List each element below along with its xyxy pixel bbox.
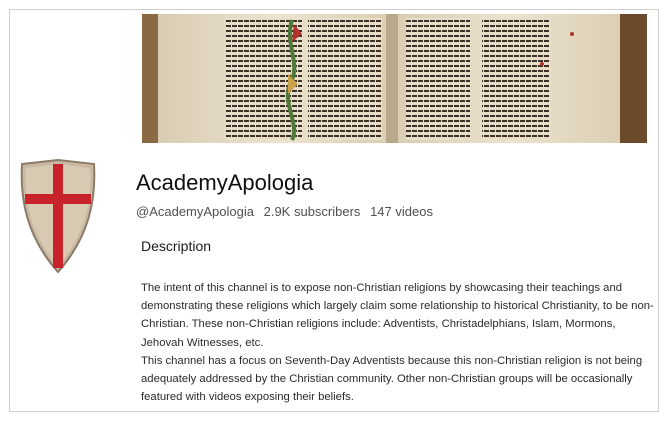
channel-avatar[interactable] [18,158,98,276]
manuscript-bible-banner [142,14,647,143]
channel-banner-image [142,14,647,143]
channel-handle: @AcademyApologia [136,204,254,219]
description-body: The intent of this channel is to expose … [141,279,656,406]
subscriber-count: 2.9K subscribers [263,204,361,219]
description-heading: Description [141,238,212,254]
channel-meta: @AcademyApologia 2.9K subscribers 147 vi… [136,204,439,219]
channel-name: AcademyApologia [136,170,314,195]
video-count: 147 videos [370,204,433,219]
description-paragraph: The intent of this channel is to expose … [141,282,654,349]
description-paragraph: This channel has a focus on Seventh-Day … [141,354,643,404]
shield-icon [20,158,96,274]
